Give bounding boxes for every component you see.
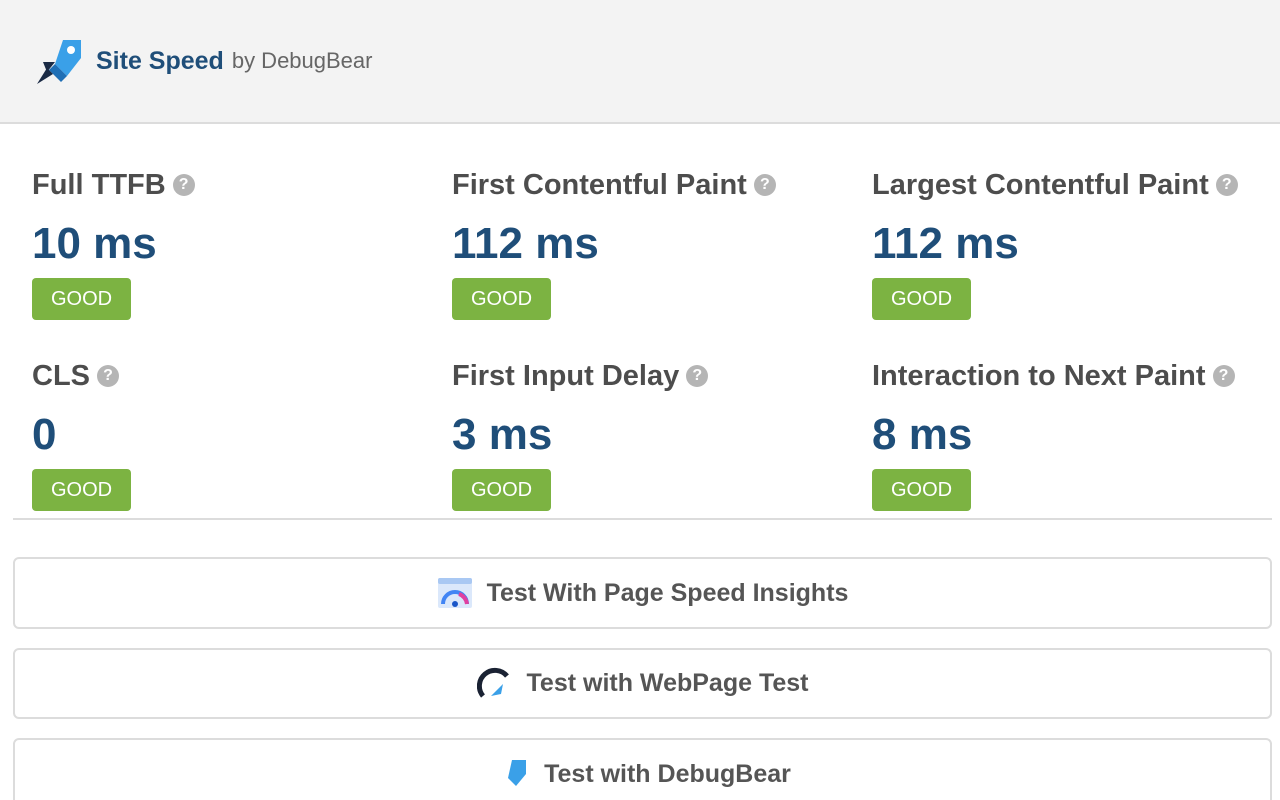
metric-first-contentful-paint: First Contentful Paint ? 112 ms GOOD [452, 168, 872, 327]
action-label: Test with DebugBear [544, 759, 791, 788]
metric-value: 3 ms [452, 410, 553, 459]
rocket-logo-icon [37, 40, 81, 84]
metric-value: 112 ms [872, 219, 1019, 268]
metric-title: First Contentful Paint [452, 168, 747, 201]
test-webpagetest-button[interactable]: Test with WebPage Test [13, 648, 1272, 719]
debugbear-icon [508, 760, 527, 786]
metric-full-ttfb: Full TTFB ? 10 ms GOOD [32, 168, 452, 327]
metric-cls: CLS ? 0 GOOD [32, 359, 452, 518]
help-icon[interactable]: ? [1212, 365, 1235, 387]
metrics-grid: Full TTFB ? 10 ms GOOD First Contentful … [0, 124, 1280, 518]
status-badge: GOOD [32, 278, 132, 320]
test-debugbear-button[interactable]: Test with DebugBear [13, 738, 1272, 800]
action-label: Test With Page Speed Insights [486, 578, 849, 607]
metric-title: Largest Contentful Paint [872, 168, 1209, 201]
help-icon[interactable]: ? [1215, 174, 1238, 196]
help-icon[interactable]: ? [753, 174, 776, 196]
action-label: Test with WebPage Test [526, 669, 809, 697]
metric-title: Interaction to Next Paint [872, 359, 1206, 392]
metric-value: 112 ms [452, 219, 599, 268]
status-badge: GOOD [452, 278, 552, 320]
help-icon[interactable]: ? [97, 365, 119, 387]
status-badge: GOOD [32, 469, 132, 511]
status-badge: GOOD [452, 469, 552, 511]
metric-largest-contentful-paint: Largest Contentful Paint ? 112 ms GOOD [872, 168, 1280, 327]
brand-name: Site Speed [96, 46, 224, 75]
pagespeed-insights-icon [437, 578, 472, 608]
metric-title: Full TTFB [32, 168, 166, 201]
app-header: Site Speed by DebugBear [0, 0, 1280, 124]
metric-interaction-to-next-paint: Interaction to Next Paint ? 8 ms GOOD [872, 359, 1280, 518]
brand-byline: by DebugBear [231, 48, 373, 73]
metric-title: CLS [32, 359, 90, 392]
test-pagespeed-insights-button[interactable]: Test With Page Speed Insights [13, 557, 1272, 629]
status-badge: GOOD [872, 469, 972, 511]
help-icon[interactable]: ? [686, 365, 709, 387]
webpagetest-icon [476, 667, 509, 698]
test-actions: Test With Page Speed Insights Test with … [0, 520, 1280, 800]
metric-title: First Input Delay [452, 359, 680, 392]
metric-value: 0 [32, 410, 57, 459]
metric-value: 8 ms [872, 410, 973, 459]
metric-first-input-delay: First Input Delay ? 3 ms GOOD [452, 359, 872, 518]
metric-value: 10 ms [32, 219, 157, 268]
status-badge: GOOD [872, 278, 972, 320]
help-icon[interactable]: ? [172, 174, 195, 196]
